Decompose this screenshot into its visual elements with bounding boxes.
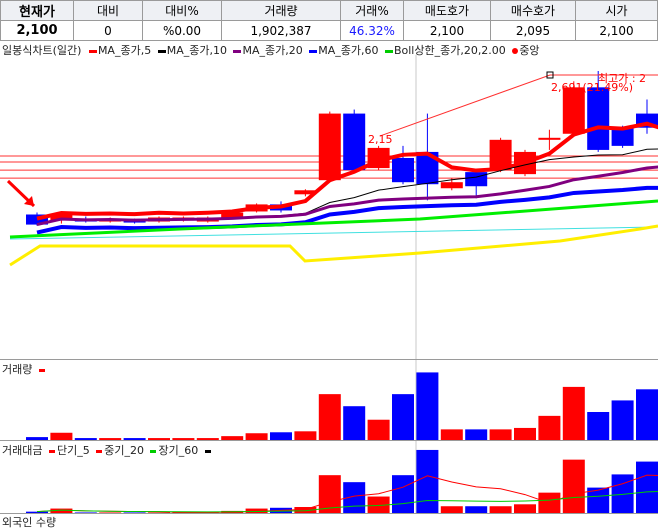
- volume-bar: [416, 372, 439, 440]
- amount-bar: [636, 461, 658, 514]
- short-swatch-icon: [48, 449, 55, 453]
- volume-bar: [562, 386, 585, 440]
- volume-legend: 거래량: [2, 361, 45, 377]
- change-value: 0: [73, 20, 143, 41]
- legend-ma60: MA_종가,60: [318, 44, 379, 57]
- volume-bar: [538, 415, 561, 440]
- current-price-value: 2,100: [0, 20, 74, 41]
- high-pct-label: 2,691(21.49%): [551, 81, 633, 94]
- price-chart[interactable]: 최고가 : 22,691(21.49%)2,15: [0, 41, 658, 359]
- foreign-title: 외국인 수량: [2, 516, 57, 529]
- legend-short: 단기_5: [56, 444, 90, 457]
- volume-bar: [489, 429, 512, 440]
- legend-ma20: MA_종가,20: [242, 44, 303, 57]
- header-volume-pct: 거래%: [340, 0, 404, 21]
- header-bid: 매수호가: [490, 0, 576, 21]
- ma10-swatch-icon: [157, 49, 166, 53]
- header-volume: 거래량: [221, 0, 341, 21]
- amount-legend: 거래대금 단기_5 중기_20 장기_60: [2, 442, 211, 458]
- volume-bar: [392, 394, 414, 440]
- candle-body: [392, 157, 414, 183]
- amount-pane[interactable]: 거래대금 단기_5 중기_20 장기_60: [0, 440, 658, 514]
- amount-bar: [416, 449, 439, 514]
- amount-title: 거래대금: [2, 444, 43, 457]
- change-pct-value: %0.00: [142, 20, 222, 41]
- legend-ma5: MA_종가,5: [97, 44, 152, 57]
- candle-body: [587, 87, 610, 150]
- volume-pane[interactable]: 거래량: [0, 359, 658, 440]
- header-ask: 매도호가: [403, 0, 491, 21]
- legend-long: 장기_60: [158, 444, 199, 457]
- volume-bar: [587, 412, 610, 440]
- legend-boll: Boll상한_종가,20,2.00: [393, 44, 506, 57]
- quote-value-row: 2,100 0 %0.00 1,902,387 46.32% 2,100 2,0…: [0, 20, 658, 41]
- volume-chart[interactable]: [0, 360, 658, 440]
- legend-center: 중앙: [519, 44, 540, 57]
- ma60-swatch-icon: [309, 49, 318, 53]
- price-legend: 일봉식차트(일간) MA_종가,5 MA_종가,10 MA_종가,20 MA_종…: [2, 42, 540, 58]
- mid-swatch-icon: [96, 449, 103, 453]
- ma20-swatch-icon: [233, 49, 242, 53]
- volume-bar: [514, 427, 536, 440]
- header-current-price: 현재가: [0, 0, 74, 21]
- header-open: 시가: [575, 0, 658, 21]
- volume-pct-value: 46.32%: [340, 20, 404, 41]
- quote-table: 현재가 대비 대비% 거래량 거래% 매도호가 매수호가 시가 2,100 0 …: [0, 0, 658, 41]
- foreign-pane[interactable]: 외국인 수량: [0, 513, 658, 530]
- volume-title: 거래량: [2, 363, 33, 376]
- open-value: 2,100: [575, 20, 658, 41]
- quote-header-row: 현재가 대비 대비% 거래량 거래% 매도호가 매수호가 시가: [0, 0, 658, 21]
- boll-swatch-icon: [384, 49, 393, 53]
- candle-body: [440, 182, 463, 189]
- candle-body: [538, 137, 561, 140]
- foreign-legend: 외국인 수량: [2, 514, 56, 530]
- ask-value: 2,100: [403, 20, 491, 41]
- volume-value: 1,902,387: [221, 20, 341, 41]
- candle-body: [318, 113, 341, 181]
- candle-body: [465, 172, 488, 187]
- header-change-pct: 대비%: [142, 0, 222, 21]
- volume-bar: [294, 431, 317, 440]
- header-change: 대비: [73, 0, 143, 21]
- long-swatch-icon: [150, 449, 157, 453]
- legend-ma10: MA_종가,10: [166, 44, 227, 57]
- long-end-swatch-icon: [204, 449, 211, 453]
- volume-bar: [636, 389, 658, 440]
- volume-bar: [50, 432, 73, 440]
- legend-chart-type: 일봉식차트(일간): [2, 44, 82, 57]
- volume-bar: [343, 406, 366, 440]
- ma60-line: [36, 185, 658, 235]
- volume-bar: [318, 394, 341, 440]
- volume-bar: [245, 433, 268, 440]
- candle-body: [562, 87, 585, 134]
- volume-bar: [367, 419, 390, 440]
- volume-bar: [270, 432, 292, 440]
- price-pane[interactable]: 최고가 : 2 2,691(21.49%) 2,15 일봉식차트(일간) MA_종가…: [0, 41, 658, 359]
- volume-bar: [611, 400, 634, 440]
- volume-bar: [440, 429, 463, 440]
- amount-bar: [392, 475, 414, 514]
- candle-body: [343, 113, 366, 171]
- legend-mid: 중기_20: [104, 444, 144, 457]
- volume-swatch-icon: [38, 368, 45, 372]
- ma5-swatch-icon: [88, 49, 97, 53]
- amount-bar: [562, 459, 585, 514]
- center-swatch-icon: [512, 48, 519, 54]
- bid-value: 2,095: [490, 20, 576, 41]
- low-label: 2,15: [368, 133, 393, 146]
- volume-bar: [465, 429, 488, 440]
